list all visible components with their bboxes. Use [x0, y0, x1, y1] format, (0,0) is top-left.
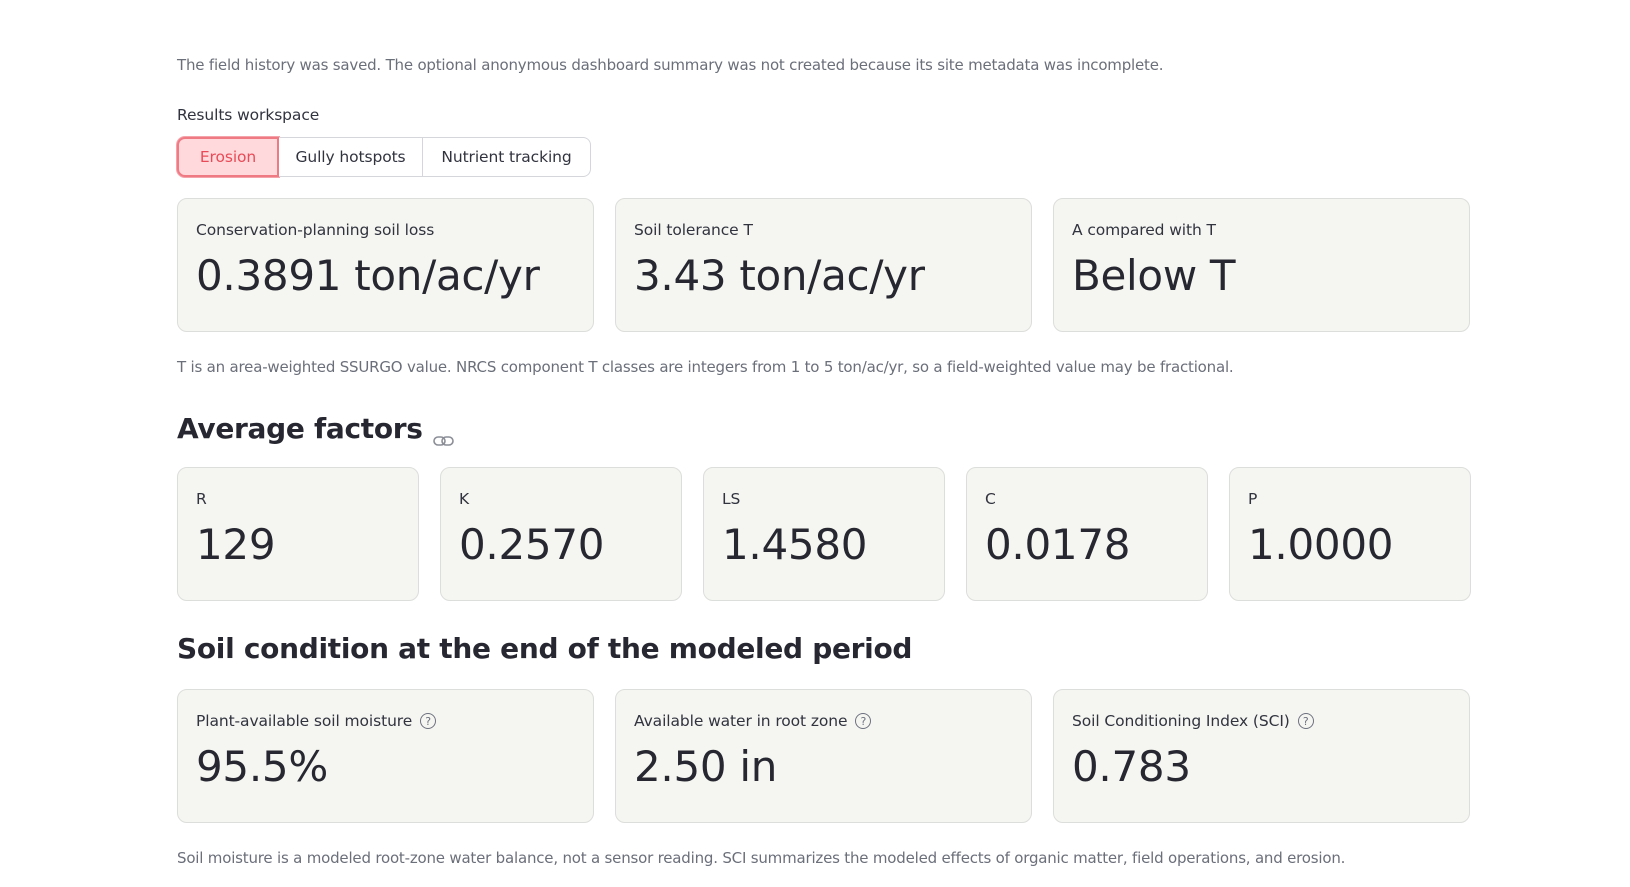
results-workspace-label: Results workspace — [177, 106, 320, 124]
metric-value: 0.3891 ton/ac/yr — [196, 251, 540, 300]
factor-label: P — [1248, 490, 1258, 508]
factor-c: C 0.0178 — [966, 467, 1208, 601]
factor-label: K — [459, 490, 470, 508]
tab-nutrient-tracking[interactable]: Nutrient tracking — [423, 137, 591, 177]
factor-r: R 129 — [177, 467, 419, 601]
factor-ls: LS 1.4580 — [703, 467, 945, 601]
help-circle-icon[interactable]: ? — [855, 713, 872, 729]
factor-value: 1.0000 — [1248, 520, 1394, 569]
save-notice: The field history was saved. The optiona… — [177, 56, 1164, 74]
factor-value: 0.0178 — [985, 520, 1131, 569]
help-circle-icon[interactable]: ? — [420, 713, 437, 729]
factor-value: 129 — [196, 520, 276, 569]
metric-value: 0.783 — [1072, 742, 1191, 791]
heading-text: Average factors — [177, 412, 423, 445]
metric-value: Below T — [1072, 251, 1236, 300]
link-icon[interactable] — [432, 422, 455, 446]
metric-label: Soil tolerance T — [634, 221, 753, 239]
metric-label: Plant-available soil moisture — [196, 712, 413, 730]
metric-label-row: Available water in root zone ? — [634, 712, 1013, 730]
factor-k: K 0.2570 — [440, 467, 682, 601]
metric-soil-loss: Conservation-planning soil loss 0.3891 t… — [177, 198, 594, 332]
metric-label: Available water in root zone — [634, 712, 848, 730]
tab-gully-hotspots[interactable]: Gully hotspots — [279, 137, 423, 177]
metric-soil-tolerance: Soil tolerance T 3.43 ton/ac/yr — [615, 198, 1032, 332]
help-circle-icon[interactable]: ? — [1297, 713, 1314, 729]
metric-value: 3.43 ton/ac/yr — [634, 251, 925, 300]
soil-condition-heading: Soil condition at the end of the modeled… — [177, 632, 913, 665]
tolerance-caption: T is an area-weighted SSURGO value. NRCS… — [177, 358, 1234, 376]
tab-erosion[interactable]: Erosion — [177, 137, 279, 177]
metric-soil-moisture: Plant-available soil moisture ? 95.5% — [177, 689, 594, 823]
factor-label: R — [196, 490, 207, 508]
factor-label: LS — [722, 490, 741, 508]
metric-label-row: Soil Conditioning Index (SCI) ? — [1072, 712, 1451, 730]
factor-value: 0.2570 — [459, 520, 605, 569]
factor-value: 1.4580 — [722, 520, 868, 569]
metric-a-compared-with-t: A compared with T Below T — [1053, 198, 1470, 332]
summary-metrics: Conservation-planning soil loss 0.3891 t… — [177, 198, 1470, 332]
metric-value: 95.5% — [196, 742, 328, 791]
soil-metrics: Plant-available soil moisture ? 95.5% Av… — [177, 689, 1470, 823]
average-factors-heading: Average factors — [177, 412, 455, 446]
metric-available-water: Available water in root zone ? 2.50 in — [615, 689, 1032, 823]
metric-label: Soil Conditioning Index (SCI) — [1072, 712, 1290, 730]
metric-label: Conservation-planning soil loss — [196, 221, 435, 239]
soil-caption: Soil moisture is a modeled root-zone wat… — [177, 849, 1346, 867]
metric-label-row: Plant-available soil moisture ? — [196, 712, 575, 730]
factor-label: C — [985, 490, 996, 508]
factor-metrics: R 129 K 0.2570 LS 1.4580 C 0.0178 P 1.00… — [177, 467, 1471, 601]
metric-value: 2.50 in — [634, 742, 778, 791]
factor-p: P 1.0000 — [1229, 467, 1471, 601]
metric-label: A compared with T — [1072, 221, 1216, 239]
results-workspace-tabs: Erosion Gully hotspots Nutrient tracking — [177, 137, 591, 177]
metric-sci: Soil Conditioning Index (SCI) ? 0.783 — [1053, 689, 1470, 823]
